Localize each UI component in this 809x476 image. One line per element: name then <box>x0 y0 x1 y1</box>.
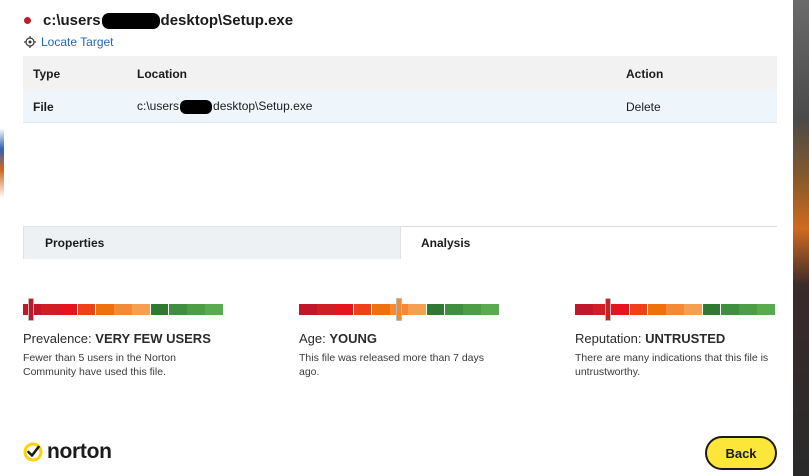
details-tabs: Properties Analysis <box>23 226 777 259</box>
scale-segment <box>77 304 96 315</box>
scale-segment <box>299 304 317 315</box>
scale-segment <box>575 304 593 315</box>
column-header-action: Action <box>626 66 664 81</box>
scale-segment <box>132 304 151 315</box>
norton-check-icon <box>23 442 43 462</box>
reputation-scale <box>575 298 776 321</box>
scale-segment <box>335 304 354 315</box>
brand-name: norton <box>47 440 112 463</box>
age-description: This file was released more than 7 days … <box>299 352 485 378</box>
prevalence-label: Prevalence: VERY FEW USERS <box>23 331 211 346</box>
scale-segment <box>666 304 684 315</box>
scale-segment <box>408 304 427 315</box>
scale-segment <box>168 304 187 315</box>
prevalence-description: Fewer than 5 users in the Norton Communi… <box>23 352 176 378</box>
threat-status-dot <box>24 17 31 24</box>
cell-action: Delete <box>626 99 661 114</box>
locate-target-link[interactable]: Locate Target <box>24 35 114 49</box>
age-label: Age: YOUNG <box>299 331 378 346</box>
scale-segment <box>481 304 500 315</box>
back-button[interactable]: Back <box>705 436 777 470</box>
scale-segment <box>41 304 59 315</box>
scale-marker <box>395 298 402 321</box>
column-header-type: Type <box>33 66 61 81</box>
scale-segment <box>371 304 390 315</box>
redacted-username <box>101 12 160 29</box>
reputation-label: Reputation: UNTRUSTED <box>575 331 726 346</box>
scale-segment <box>150 304 169 315</box>
prevalence-scale <box>23 298 224 321</box>
redacted-username <box>180 99 213 114</box>
scale-segment <box>684 304 703 315</box>
tab-analysis[interactable]: Analysis <box>401 226 777 259</box>
scale-segment <box>739 304 757 315</box>
crosshair-icon <box>24 36 36 48</box>
age-scale <box>299 298 500 321</box>
tab-properties[interactable]: Properties <box>23 226 401 259</box>
scale-segment <box>187 304 205 315</box>
prevalence-metric: Prevalence: VERY FEW USERS Fewer than 5 … <box>23 298 224 379</box>
scale-segment <box>611 304 630 315</box>
threat-table: Type Location Action File c:\users deskto… <box>23 56 777 123</box>
scale-segment <box>647 304 666 315</box>
scale-segment <box>317 304 335 315</box>
scale-segment <box>95 304 114 315</box>
background-window-edge-left <box>0 128 4 198</box>
scale-segment <box>629 304 648 315</box>
scale-segment <box>757 304 776 315</box>
scale-segment <box>114 304 132 315</box>
norton-logo: norton <box>23 440 112 464</box>
column-header-location: Location <box>137 66 187 81</box>
scale-marker <box>604 298 611 321</box>
cell-location: c:\users desktop\Setup.exe <box>137 99 313 114</box>
scale-marker <box>28 298 35 321</box>
scale-segment <box>426 304 445 315</box>
scale-segment <box>205 304 224 315</box>
scale-segment <box>720 304 739 315</box>
cell-type: File <box>33 99 54 114</box>
scale-segment <box>444 304 463 315</box>
reputation-metric: Reputation: UNTRUSTED There are many ind… <box>575 298 776 379</box>
scale-segment <box>702 304 721 315</box>
file-header: c:\users desktop\Setup.exe <box>24 12 293 29</box>
background-window-edge <box>793 0 809 476</box>
scale-segment <box>353 304 372 315</box>
reputation-description: There are many indications that this fil… <box>575 352 769 378</box>
scale-segment <box>59 304 78 315</box>
age-metric: Age: YOUNG This file was released more t… <box>299 298 500 379</box>
locate-target-label[interactable]: Locate Target <box>41 35 114 49</box>
scale-segment <box>463 304 481 315</box>
table-header: Type Location Action <box>23 56 777 91</box>
file-path-title: c:\users desktop\Setup.exe <box>43 12 294 29</box>
table-row[interactable]: File c:\users desktop\Setup.exe Delete <box>23 91 777 123</box>
